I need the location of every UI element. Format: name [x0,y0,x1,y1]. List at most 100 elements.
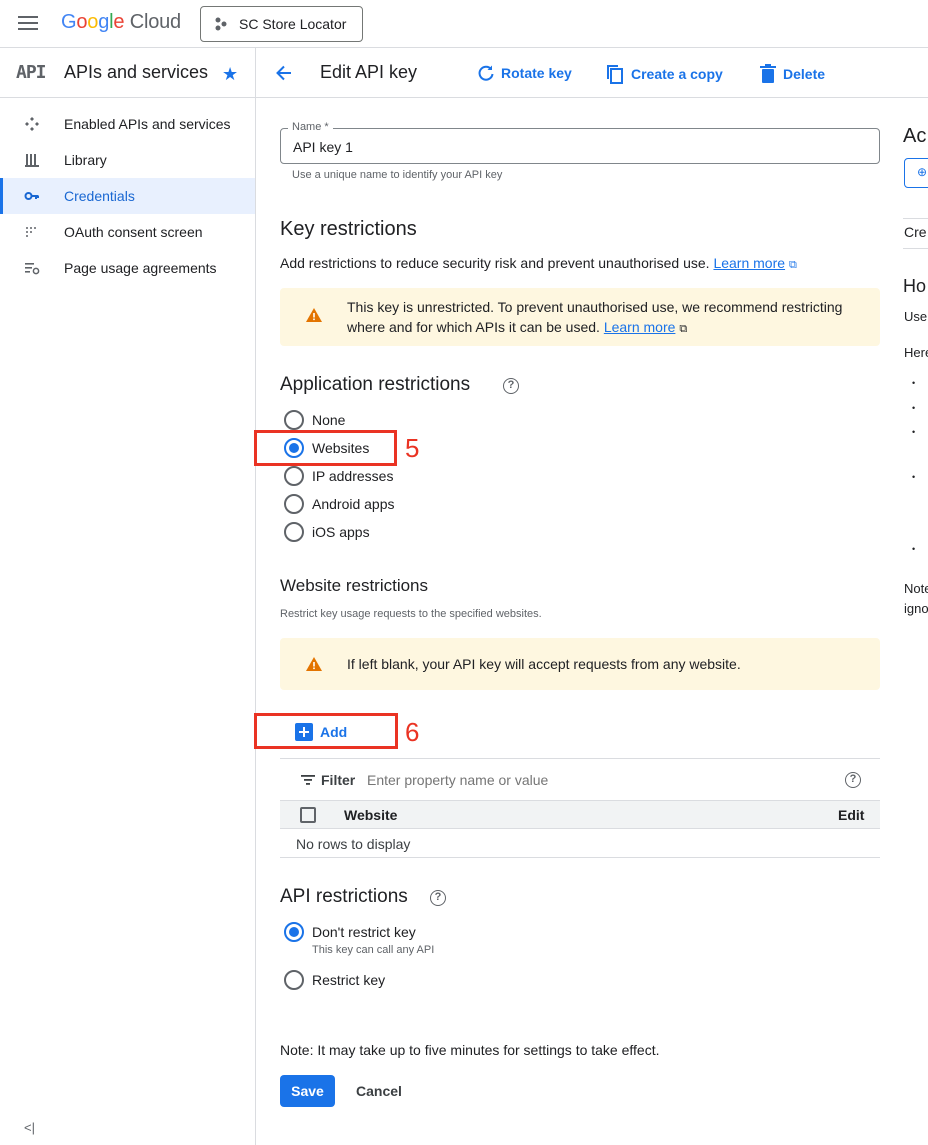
star-icon[interactable]: ★ [222,64,238,85]
unrestricted-warning: This key is unrestricted. To prevent una… [280,288,880,346]
dont-restrict-hint: This key can call any API [312,944,435,956]
back-arrow-icon[interactable] [274,63,294,83]
table-header: Website Edit [280,800,880,829]
enabled-apis-icon [25,117,39,131]
website-restrictions-heading: Website restrictions [280,576,429,595]
bullet: • [912,472,916,482]
filter-bar: Filter ? [280,758,880,800]
warning-learn-more-link[interactable]: Learn more [604,319,676,335]
warning-line2: where and for which APIs it can be used. [347,319,600,335]
sidebar-item-label: Library [64,152,107,168]
rotate-key-label: Rotate key [501,65,572,81]
radio-android-apps[interactable] [284,494,304,514]
sidebar-item-library[interactable]: Library [0,142,255,178]
agreements-icon [25,263,40,275]
api-help-icon[interactable]: ? [430,890,446,906]
library-icon [25,154,39,167]
main-menu-icon[interactable] [18,16,38,32]
google-cloud-logo[interactable]: Google Cloud [61,11,181,34]
rotate-key-button[interactable]: Rotate key [477,64,572,82]
link-icon: ⊕ [917,165,928,179]
cancel-button[interactable]: Cancel [346,1075,412,1107]
sidebar-item-label: OAuth consent screen [64,224,203,240]
blank-website-warning-text: If left blank, your API key will accept … [347,656,741,672]
right-info-panel: Ac ⊕ Cre Ho Use Here • • • • • Note igno [903,98,928,698]
key-restrictions-desc-text: Add restrictions to reduce security risk… [280,255,710,271]
radio-ios-apps-label: iOS apps [312,524,370,540]
warning-icon [306,308,322,322]
right-panel-button[interactable]: ⊕ [904,158,928,188]
external-link-icon: ⧉ [788,259,797,271]
delete-label: Delete [783,66,826,82]
action-bar: Edit API key Rotate key Create a copy De… [256,48,928,98]
sidebar-title: APIs and services [64,62,209,82]
radio-none-label: None [312,412,346,428]
learn-more-link[interactable]: Learn more [713,255,785,271]
key-restrictions-heading: Key restrictions [280,218,417,240]
right-divider [903,218,928,219]
sidebar-item-enabled-apis[interactable]: Enabled APIs and services [0,106,255,142]
sidebar-item-oauth[interactable]: OAuth consent screen [0,214,255,250]
website-restrictions-desc: Restrict key usage requests to the speci… [280,608,542,620]
annotation-box-5 [254,430,397,466]
filter-icon [301,775,315,785]
right-line-4: Note [904,581,928,596]
key-restrictions-desc: Add restrictions to reduce security risk… [280,255,797,272]
api-badge-icon: API [16,62,46,83]
sidebar-item-page-usage[interactable]: Page usage agreements [0,250,255,286]
warning-line1: This key is unrestricted. To prevent una… [347,299,843,315]
right-heading-1: Ac [903,125,927,147]
select-all-checkbox[interactable] [300,807,316,823]
annotation-box-6 [254,713,398,749]
filter-help-icon[interactable]: ? [845,772,861,788]
right-heading-2: Ho [903,276,927,296]
radio-android-apps-label: Android apps [312,496,395,512]
key-icon [24,192,39,200]
project-name: SC Store Locator [239,16,347,32]
settings-note: Note: It may take up to five minutes for… [280,1042,660,1058]
radio-none[interactable] [284,410,304,430]
application-restrictions-heading: Application restrictions [280,374,471,395]
radio-dont-restrict[interactable] [284,922,304,942]
create-copy-label: Create a copy [631,66,723,82]
radio-dont-restrict-label: Don't restrict key [312,924,416,940]
logo-cloud: Cloud [129,11,181,33]
filter-label: Filter [321,772,356,788]
bullet: • [912,427,916,437]
annotation-number-6: 6 [405,717,420,747]
empty-table-row: No rows to display [280,829,880,858]
sidebar-header: API APIs and services ★ [0,48,255,98]
sidebar-item-credentials[interactable]: Credentials [0,178,255,214]
empty-table-message: No rows to display [296,836,411,852]
name-hint: Use a unique name to identify your API k… [292,169,503,181]
delete-button[interactable]: Delete [759,64,825,84]
filter-input[interactable] [367,769,787,791]
save-button[interactable]: Save [280,1075,335,1107]
help-icon[interactable]: ? [503,378,519,394]
create-copy-button[interactable]: Create a copy [605,64,723,84]
copy-icon [607,65,623,84]
logo-google: Google [61,11,125,33]
collapse-sidebar-icon[interactable]: <| [24,1120,35,1135]
refresh-icon [478,65,494,81]
radio-ip-addresses-label: IP addresses [312,468,394,484]
api-restrictions-heading: API restrictions [280,886,408,907]
right-divider [903,248,928,249]
column-header-website[interactable]: Website [344,807,397,823]
sidebar: API APIs and services ★ Enabled APIs and… [0,48,256,1145]
right-line-2: Use [904,309,928,324]
radio-ios-apps[interactable] [284,522,304,542]
bullet: • [912,403,916,413]
radio-ip-addresses[interactable] [284,466,304,486]
external-link-icon: ⧉ [679,323,688,335]
bullet: • [912,378,916,388]
name-field[interactable]: API key 1 [280,128,880,164]
radio-restrict-key-label: Restrict key [312,972,386,988]
blank-website-warning: If left blank, your API key will accept … [280,638,880,690]
sidebar-item-label: Enabled APIs and services [64,116,231,132]
page-title: Edit API key [320,62,418,82]
project-picker-button[interactable]: SC Store Locator [200,6,363,42]
radio-restrict-key[interactable] [284,970,304,990]
right-line-1: Cre [904,224,927,240]
top-bar: Google Cloud SC Store Locator [0,0,928,48]
